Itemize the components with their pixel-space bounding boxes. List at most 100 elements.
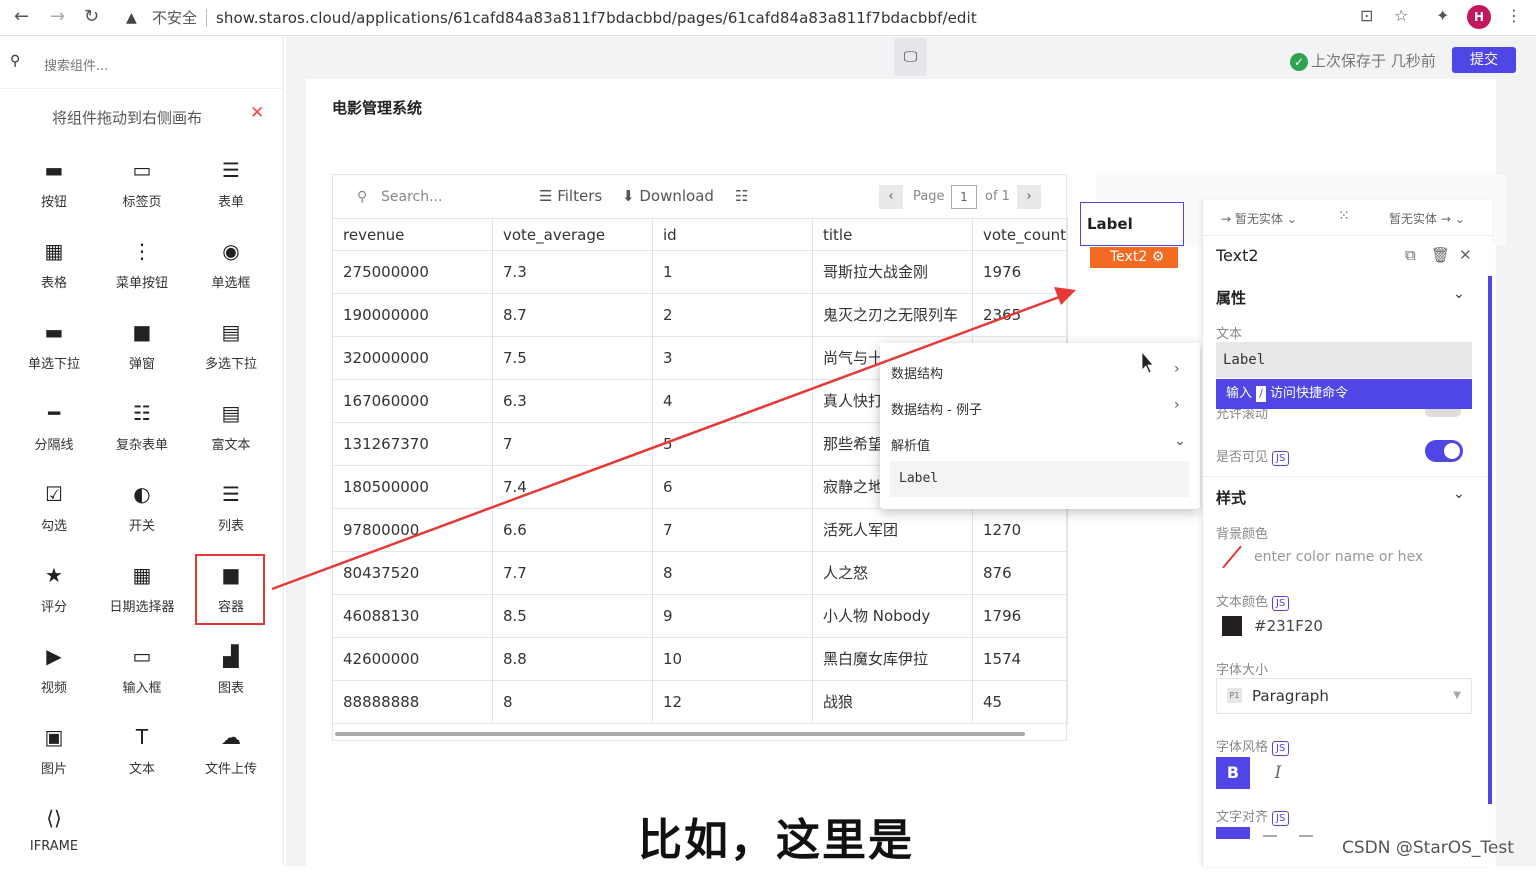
table-row[interactable]: 46088130 8.5 9 小人物 Nobody 1796	[333, 595, 1068, 638]
component-star[interactable]: ★ 评分	[9, 562, 99, 632]
page-input[interactable]: 1	[951, 185, 977, 209]
style-header[interactable]: 样式	[1216, 487, 1246, 508]
component-search-input[interactable]: 搜索组件...	[44, 55, 108, 74]
align-right-button[interactable]	[1299, 835, 1313, 837]
component-iframe[interactable]: ⟨⟩ IFRAME	[9, 805, 99, 875]
no-color-swatch[interactable]	[1221, 546, 1243, 568]
properties-header[interactable]: 属性	[1216, 287, 1246, 308]
column-header[interactable]: title	[813, 219, 973, 251]
filters-button[interactable]: ☰ Filters	[539, 187, 602, 205]
component-complex-form[interactable]: ☷ 复杂表单	[97, 400, 187, 470]
component-menu-dots[interactable]: ⋮ 菜单按钮	[97, 238, 187, 308]
label-widget[interactable]: Label	[1080, 202, 1184, 246]
calendar-icon: ▦	[132, 563, 152, 587]
js-toggle[interactable]: JS	[1272, 741, 1290, 756]
chevron-right-icon[interactable]: ›	[1174, 397, 1180, 413]
row-height-icon[interactable]: ☷	[735, 187, 748, 205]
column-header[interactable]: id	[653, 219, 813, 251]
component-checkbox[interactable]: ☑ 勾选	[9, 481, 99, 551]
column-header[interactable]: vote_average	[493, 219, 653, 251]
column-header[interactable]: vote_count	[973, 219, 1068, 251]
table-search-input[interactable]: Search...	[381, 189, 442, 205]
table-row[interactable]: 190000000 8.7 2 鬼灭之刃之无限列车 2365	[333, 294, 1068, 337]
text-color-input[interactable]: #231F20	[1254, 617, 1323, 635]
js-toggle[interactable]: JS	[1272, 451, 1290, 466]
inspector-scrollbar[interactable]	[1488, 276, 1492, 804]
next-page-button[interactable]: ›	[1017, 185, 1041, 209]
bg-color-input[interactable]: enter color name or hex	[1254, 549, 1423, 565]
back-icon[interactable]: ←	[14, 6, 29, 27]
gear-icon[interactable]: ⚙	[1152, 249, 1165, 265]
component-upload[interactable]: ☁ 文件上传	[186, 724, 276, 794]
close-icon[interactable]: ✕	[250, 103, 264, 123]
menu-item-data-example[interactable]: 数据结构 - 例子	[891, 399, 982, 418]
shortcut-command-hint[interactable]: 输入 / 访问快捷命令	[1216, 379, 1472, 409]
chevron-down-icon[interactable]: ⌄	[1453, 486, 1465, 502]
widget-title[interactable]: Text2	[1216, 246, 1259, 265]
component-table[interactable]: ▦ 表格	[9, 238, 99, 308]
italic-button[interactable]: I	[1263, 757, 1293, 789]
visible-toggle[interactable]	[1425, 440, 1463, 462]
avatar[interactable]: H	[1467, 5, 1491, 29]
extensions-icon[interactable]: ✦	[1436, 6, 1449, 25]
text-input[interactable]: Label	[1216, 342, 1472, 378]
table-row[interactable]: 97800000 6.6 7 活死人军团 1270	[333, 509, 1068, 552]
reload-icon[interactable]: ↻	[84, 6, 99, 27]
table-row[interactable]: 88888888 8 12 战狼 45	[333, 681, 1068, 724]
component-switch[interactable]: ◐ 开关	[97, 481, 187, 551]
prev-page-button[interactable]: ‹	[879, 185, 903, 209]
table-row[interactable]: 275000000 7.3 1 哥斯拉大战金刚 1976	[333, 251, 1068, 294]
component-search[interactable]: ⚲ 搜索组件...	[0, 37, 284, 89]
submit-button[interactable]: 提交	[1452, 47, 1516, 73]
drag-grip-icon[interactable]: ⁙	[1338, 208, 1350, 224]
component-image[interactable]: ▣ 图片	[9, 724, 99, 794]
menu-item-evaluated-value[interactable]: 解析值	[891, 435, 930, 454]
translate-icon[interactable]: ⊡	[1360, 6, 1373, 25]
delete-icon[interactable]: 🗑	[1431, 246, 1450, 264]
copy-icon[interactable]: ⧉	[1405, 246, 1416, 264]
close-icon[interactable]: ✕	[1459, 246, 1472, 264]
menu-item-data-structure[interactable]: 数据结构	[891, 363, 943, 382]
component-video[interactable]: ▶ 视频	[9, 643, 99, 713]
component-form[interactable]: ☰ 表单	[186, 157, 276, 227]
horizontal-scrollbar[interactable]	[335, 732, 1025, 736]
desktop-view-icon[interactable]: 🖵	[894, 38, 927, 76]
component-chart[interactable]: ▟ 图表	[186, 643, 276, 713]
switch-icon: ◐	[133, 482, 151, 506]
text-color-swatch[interactable]	[1222, 616, 1242, 636]
js-toggle[interactable]: JS	[1272, 596, 1290, 611]
entity-right[interactable]: 暂无实体 → ⌄	[1389, 210, 1465, 227]
component-modal[interactable]: ■ 弹窗	[97, 319, 187, 389]
bold-button[interactable]: B	[1216, 757, 1250, 789]
chevron-down-icon[interactable]: ⌄	[1453, 286, 1465, 302]
component-dropdown[interactable]: ▬ 单选下拉	[9, 319, 99, 389]
table-row[interactable]: 42600000 8.8 10 黑白魔女库伊拉 1574	[333, 638, 1068, 681]
forward-icon[interactable]: →	[50, 6, 65, 27]
more-menu-icon[interactable]: ⋮	[1506, 6, 1522, 25]
component-calendar[interactable]: ▦ 日期选择器	[97, 562, 187, 632]
address-bar[interactable]: ▲ 不安全 show.staros.cloud/applications/61c…	[116, 3, 1436, 33]
widget-name-tag[interactable]: Text2 ⚙	[1090, 247, 1178, 268]
component-text[interactable]: T 文本	[97, 724, 187, 794]
font-size-select[interactable]: P1 Paragraph ▼	[1216, 678, 1472, 714]
align-center-button[interactable]	[1263, 835, 1277, 837]
column-header[interactable]: revenue	[333, 219, 493, 251]
component-list[interactable]: ☰ 列表	[186, 481, 276, 551]
table-row[interactable]: 80437520 7.7 8 人之怒 876	[333, 552, 1068, 595]
entity-left[interactable]: → 暂无实体 ⌄	[1221, 210, 1297, 227]
align-left-button[interactable]	[1216, 827, 1250, 839]
component-tabs[interactable]: ▭ 标签页	[97, 157, 187, 227]
component-divider[interactable]: ━ 分隔线	[9, 400, 99, 470]
component-input[interactable]: ▭ 输入框	[97, 643, 187, 713]
chevron-right-icon[interactable]: ›	[1174, 361, 1180, 377]
component-radio[interactable]: ◉ 单选框	[186, 238, 276, 308]
component-submit-button[interactable]: ▬ 按钮	[9, 157, 99, 227]
url-text[interactable]: show.staros.cloud/applications/61cafd84a…	[216, 3, 977, 33]
chevron-down-icon[interactable]: ⌄	[1174, 433, 1186, 449]
table-cell: 10	[653, 638, 813, 681]
bookmark-star-icon[interactable]: ☆	[1394, 6, 1408, 25]
js-toggle[interactable]: JS	[1272, 811, 1290, 826]
component-multiselect[interactable]: ▤ 多选下拉	[186, 319, 276, 389]
component-richtext[interactable]: ▤ 富文本	[186, 400, 276, 470]
download-button[interactable]: ⬇ Download	[622, 187, 714, 205]
